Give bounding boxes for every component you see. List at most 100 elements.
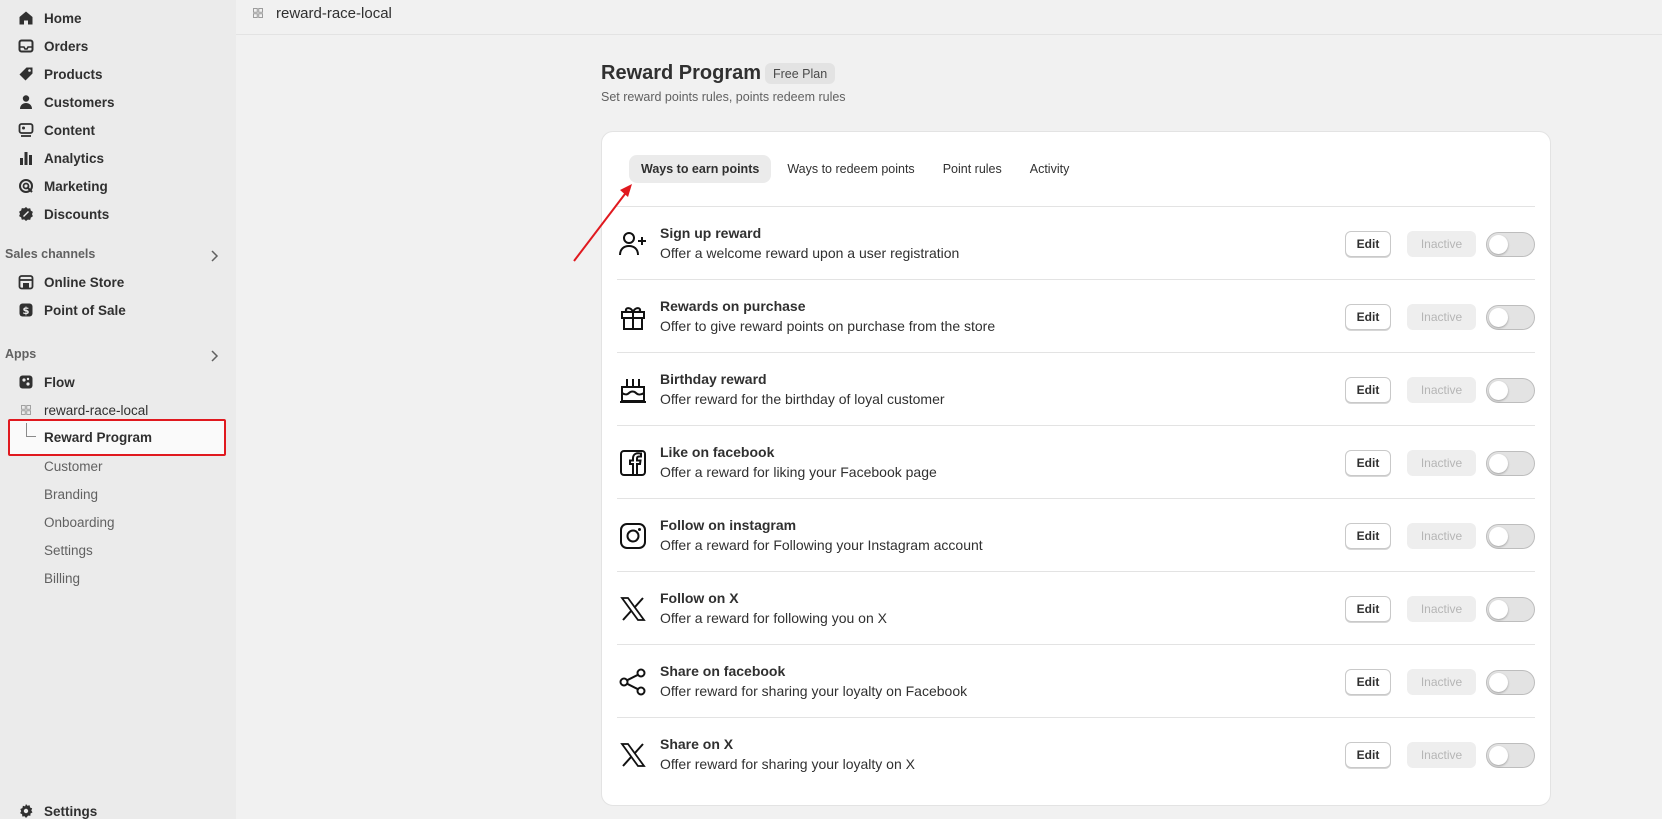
edit-button[interactable]: Edit (1345, 304, 1391, 330)
page-subtitle: Set reward points rules, points redeem r… (601, 90, 846, 104)
chevron-right-icon[interactable] (206, 248, 222, 264)
edit-button[interactable]: Edit (1345, 231, 1391, 257)
row-description: Offer a reward for following you on X (660, 610, 887, 626)
sidebar-item-label: Settings (44, 803, 98, 819)
sidebar-subitem-customer[interactable]: Customer (44, 459, 103, 474)
list-item: Sign up reward Offer a welcome reward up… (617, 207, 1535, 280)
gear-icon (18, 803, 34, 819)
row-title: Share on facebook (660, 663, 786, 679)
app-grid-icon (18, 402, 34, 418)
status-badge: Inactive (1407, 231, 1476, 257)
active-toggle[interactable] (1486, 670, 1535, 695)
earn-points-card: Ways to earn points Ways to redeem point… (601, 131, 1551, 806)
sidebar-item-content[interactable]: Content (18, 118, 95, 142)
row-title: Follow on X (660, 590, 739, 606)
sidebar-item-label: Content (44, 122, 95, 138)
edit-button[interactable]: Edit (1345, 596, 1391, 622)
toggle-knob (1489, 235, 1508, 254)
edit-button[interactable]: Edit (1345, 669, 1391, 695)
sidebar-item-label: Analytics (44, 150, 105, 166)
status-badge: Inactive (1407, 742, 1476, 768)
active-toggle[interactable] (1486, 232, 1535, 257)
sidebar-item-orders[interactable]: Orders (18, 34, 88, 58)
target-icon (18, 178, 34, 194)
list-item: Follow on instagram Offer a reward for F… (617, 499, 1535, 572)
status-badge: Inactive (1407, 669, 1476, 695)
sidebar-item-label: Marketing (44, 178, 108, 194)
instagram-icon (617, 520, 649, 552)
share-icon (617, 666, 649, 698)
sidebar-item-analytics[interactable]: Analytics (18, 146, 104, 170)
edit-button[interactable]: Edit (1345, 450, 1391, 476)
active-toggle[interactable] (1486, 378, 1535, 403)
sidebar-item-reward-race-local[interactable]: reward-race-local (18, 399, 148, 421)
sidebar-subitem-branding[interactable]: Branding (44, 487, 98, 502)
sidebar-item-marketing[interactable]: Marketing (18, 174, 108, 198)
active-toggle[interactable] (1486, 451, 1535, 476)
active-toggle[interactable] (1486, 524, 1535, 549)
home-icon (18, 10, 34, 26)
row-description: Offer a welcome reward upon a user regis… (660, 245, 960, 261)
sidebar-item-products[interactable]: Products (18, 62, 103, 86)
row-description: Offer to give reward points on purchase … (660, 318, 996, 334)
row-title: Birthday reward (660, 371, 767, 387)
tab-ways-to-earn[interactable]: Ways to earn points (629, 155, 772, 183)
discount-icon (18, 206, 34, 222)
sidebar-item-reward-program[interactable]: Reward Program (8, 419, 226, 456)
status-badge: Inactive (1407, 523, 1476, 549)
sidebar-subitem-settings[interactable]: Settings (44, 543, 93, 558)
sidebar-item-online-store[interactable]: Online Store (18, 270, 124, 294)
sidebar-item-settings[interactable]: Settings (18, 799, 97, 819)
store-icon (18, 274, 34, 290)
sidebar-item-flow[interactable]: Flow (18, 370, 75, 394)
sidebar-subitem-billing[interactable]: Billing (44, 571, 80, 586)
facebook-icon (617, 447, 649, 479)
toggle-knob (1489, 454, 1508, 473)
sidebar: Home Orders Products Customers Content A… (0, 0, 236, 819)
tab-point-rules[interactable]: Point rules (931, 155, 1014, 183)
list-item: Birthday reward Offer reward for the bir… (617, 353, 1535, 426)
row-title: Share on X (660, 736, 734, 752)
status-badge: Inactive (1407, 304, 1476, 330)
row-description: Offer a reward for Following your Instag… (660, 537, 983, 553)
plan-badge: Free Plan (765, 63, 836, 84)
apps-heading: Apps (5, 347, 37, 361)
sidebar-item-point-of-sale[interactable]: $ Point of Sale (18, 298, 126, 322)
active-toggle[interactable] (1486, 743, 1535, 768)
edit-button[interactable]: Edit (1345, 377, 1391, 403)
edit-button[interactable]: Edit (1345, 523, 1391, 549)
toggle-knob (1489, 308, 1508, 327)
tab-ways-to-redeem[interactable]: Ways to redeem points (775, 155, 926, 183)
row-title: Sign up reward (660, 225, 762, 241)
row-description: Offer reward for sharing your loyalty on… (660, 683, 968, 699)
sidebar-item-label: Discounts (44, 206, 110, 222)
tab-activity[interactable]: Activity (1018, 155, 1082, 183)
sidebar-item-label: Customers (44, 94, 115, 110)
toggle-knob (1489, 600, 1508, 619)
chevron-right-icon[interactable] (206, 348, 222, 364)
sidebar-item-customers[interactable]: Customers (18, 90, 115, 114)
active-toggle[interactable] (1486, 305, 1535, 330)
row-description: Offer reward for the birthday of loyal c… (660, 391, 945, 407)
svg-text:$: $ (23, 306, 30, 317)
sidebar-item-label: Point of Sale (44, 302, 126, 318)
sidebar-item-label: Orders (44, 38, 89, 54)
sidebar-item-label: Home (44, 10, 82, 26)
top-bar: reward-race-local (236, 0, 1662, 35)
list-item: Rewards on purchase Offer to give reward… (617, 280, 1535, 353)
content-icon (18, 122, 34, 138)
sidebar-item-discounts[interactable]: Discounts (18, 202, 109, 226)
toggle-knob (1489, 746, 1508, 765)
status-badge: Inactive (1407, 596, 1476, 622)
status-badge: Inactive (1407, 450, 1476, 476)
sidebar-item-label: Flow (44, 374, 75, 390)
edit-button[interactable]: Edit (1345, 742, 1391, 768)
sidebar-item-home[interactable]: Home (18, 6, 82, 30)
user-plus-icon (617, 228, 649, 260)
sales-channels-heading: Sales channels (5, 247, 96, 261)
sidebar-subitem-onboarding[interactable]: Onboarding (44, 515, 115, 530)
page-title: Reward Program (601, 62, 762, 84)
active-toggle[interactable] (1486, 597, 1535, 622)
list-item: Share on facebook Offer reward for shari… (617, 645, 1535, 718)
toggle-knob (1489, 527, 1508, 546)
